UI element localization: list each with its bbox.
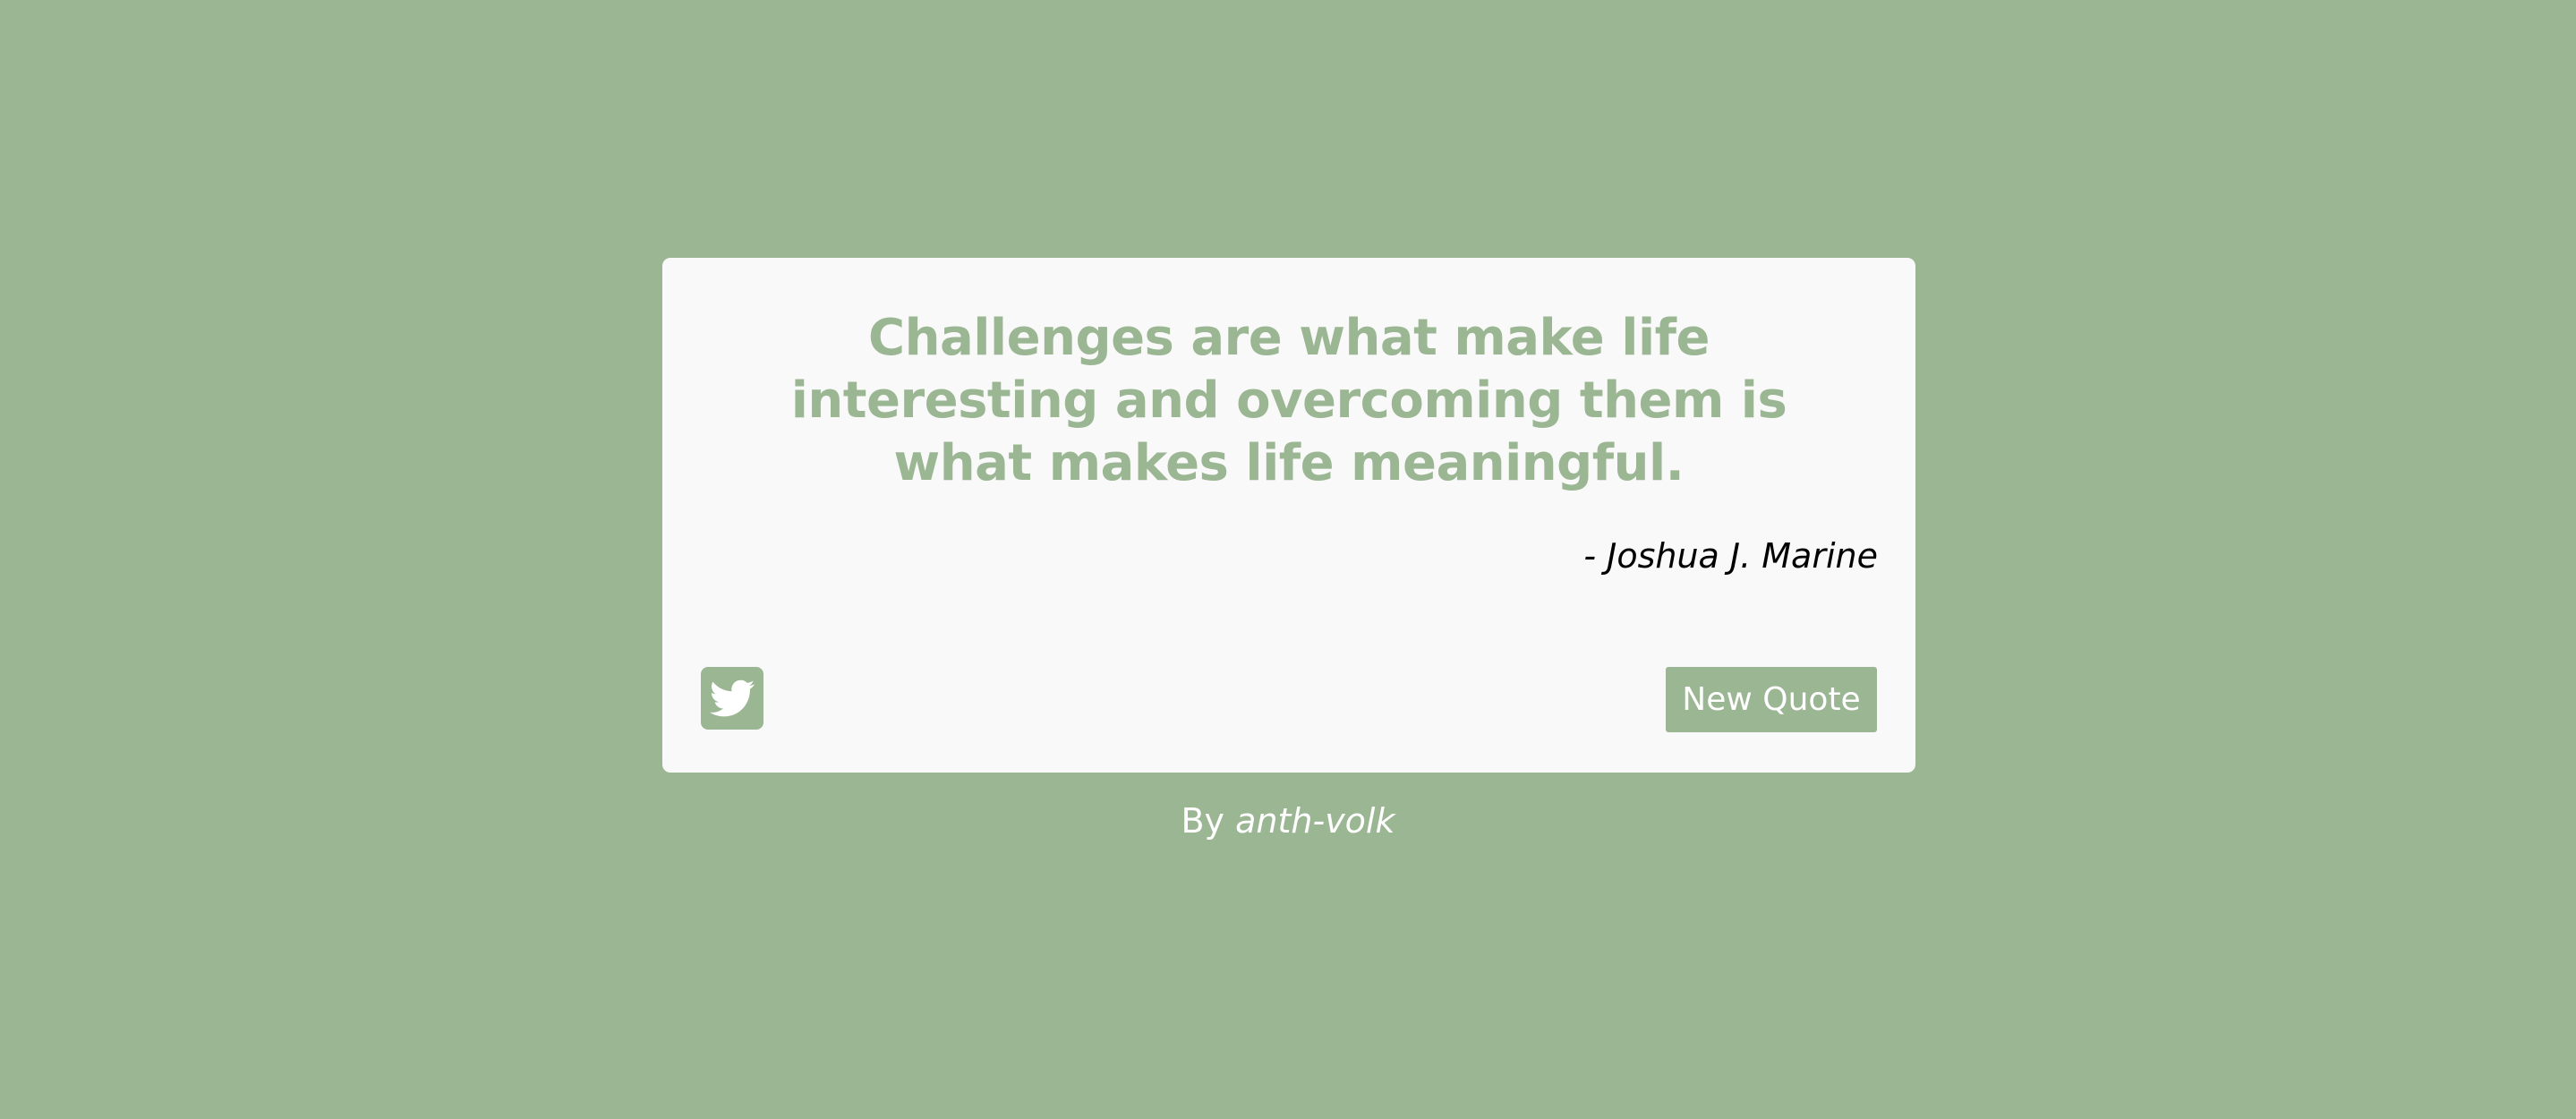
quote-card: Challenges are what make life interestin… xyxy=(662,258,1915,773)
credit-line: By anth-volk xyxy=(0,799,2576,843)
quote-text: Challenges are what make life interestin… xyxy=(790,309,1787,492)
twitter-icon xyxy=(710,679,755,717)
credit-prefix: By xyxy=(1181,801,1236,841)
new-quote-button[interactable]: New Quote xyxy=(1666,667,1877,732)
quote-author: - Joshua J. Marine xyxy=(1583,536,1878,576)
tweet-quote-button[interactable] xyxy=(701,667,763,730)
credit-author-link[interactable]: anth-volk xyxy=(1235,801,1395,841)
